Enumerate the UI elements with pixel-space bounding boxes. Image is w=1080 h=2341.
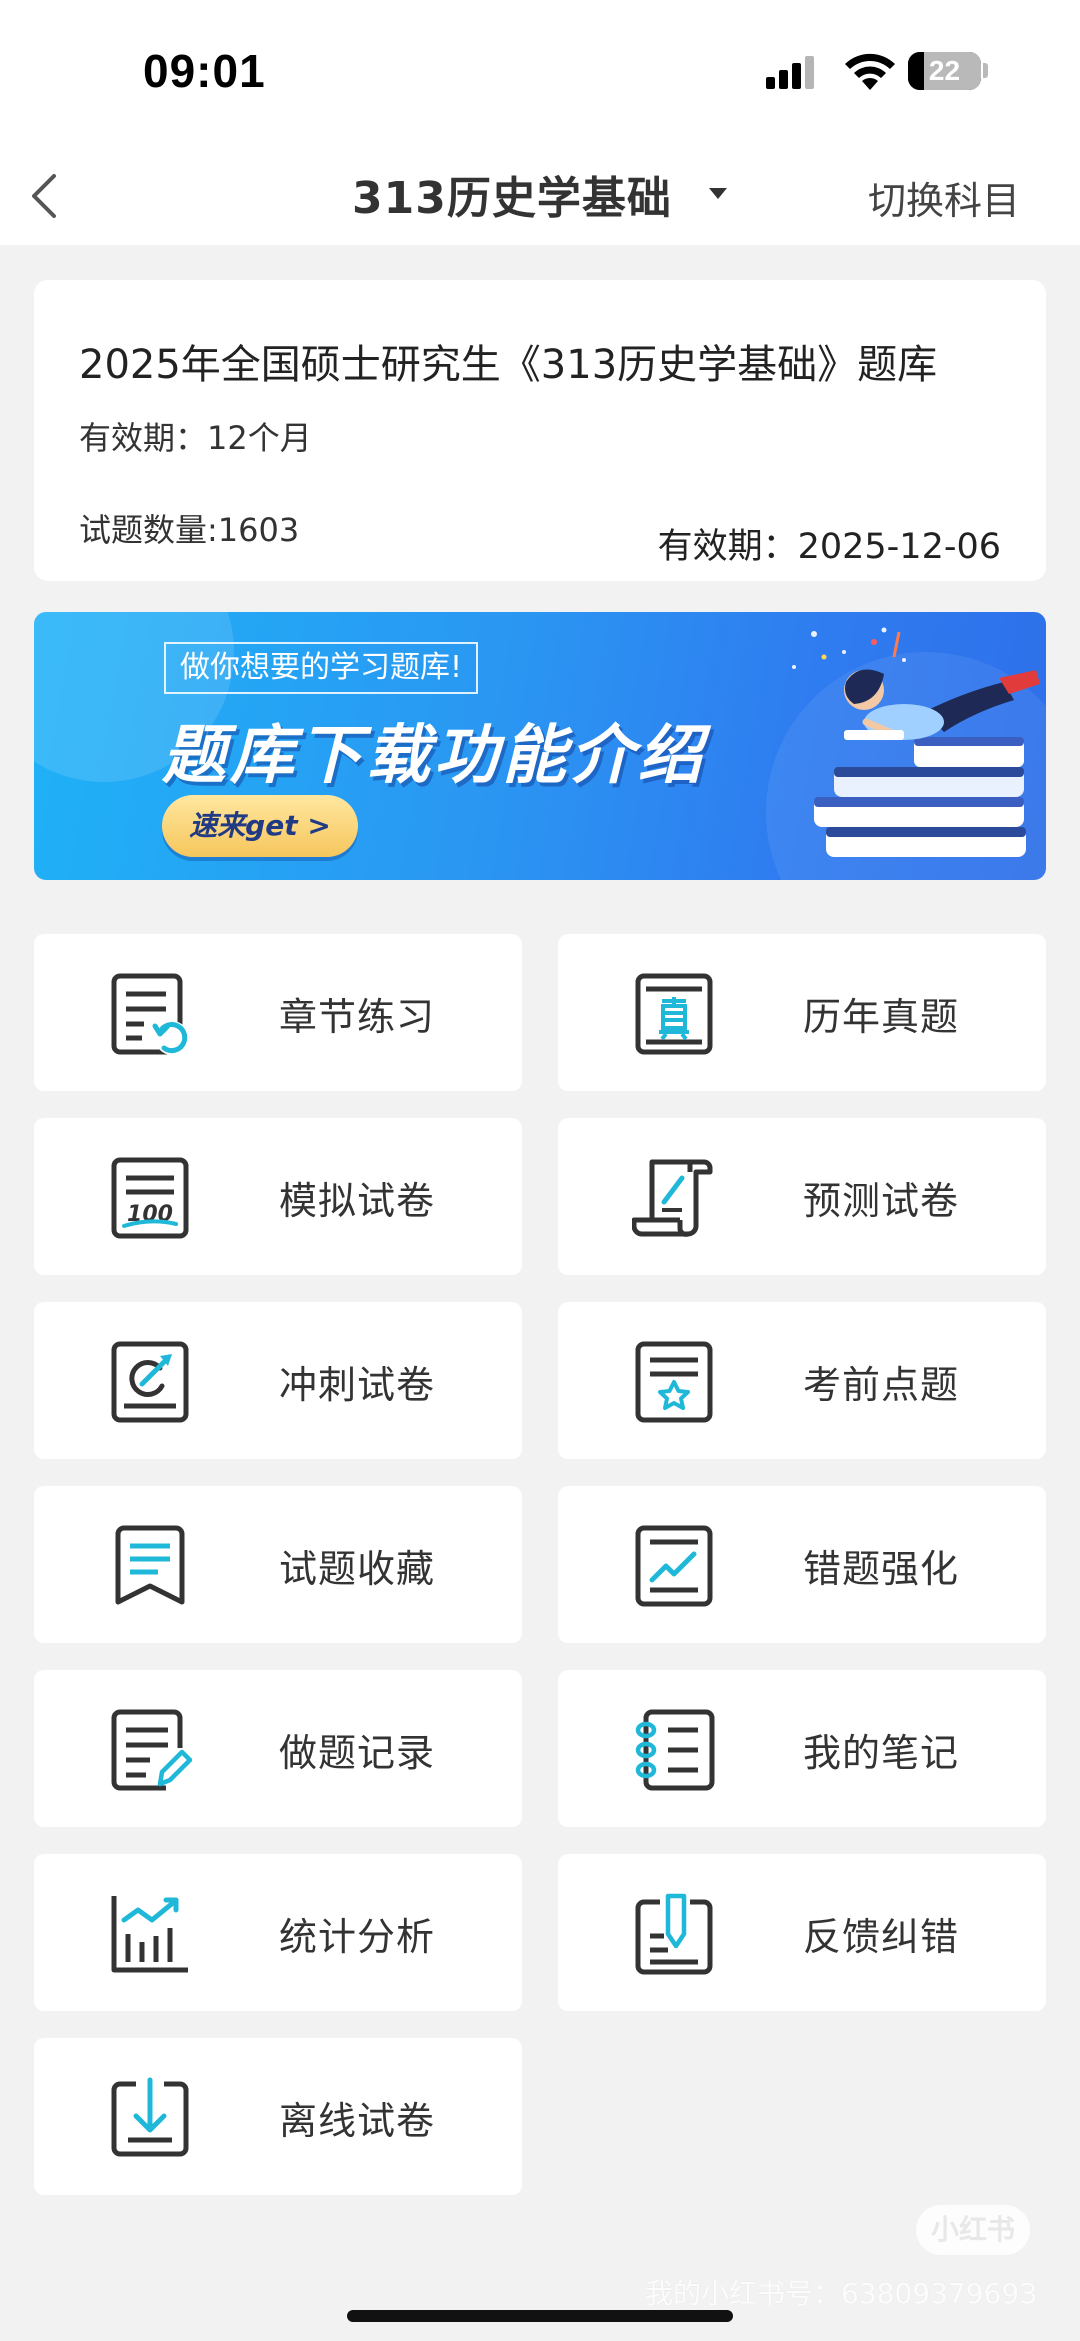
menu-label: 模拟试卷: [279, 1179, 436, 1223]
watermark-text: 我的小红书号：6380937969З: [645, 2277, 1038, 2310]
menu-label: 章节练习: [279, 995, 436, 1039]
forecast-paper-icon: [632, 1159, 713, 1237]
battery-level: 22: [928, 55, 961, 86]
menu-item-wrong-questions[interactable]: 错题强化: [558, 1486, 1046, 1643]
menu-item-statistics[interactable]: 统计分析: [34, 1854, 522, 2011]
menu-item-notes[interactable]: 我的笔记: [558, 1670, 1046, 1827]
menu-item-forecast-paper[interactable]: 预测试卷: [558, 1118, 1046, 1275]
menu-label: 错题强化: [803, 1547, 960, 1591]
past-exams-icon: [635, 973, 713, 1055]
menu-item-sprint-paper[interactable]: 冲刺试卷: [34, 1302, 522, 1459]
reading-girl-illustration: [792, 627, 1040, 857]
battery-icon: 22: [908, 52, 981, 90]
home-indicator[interactable]: [347, 2310, 733, 2322]
menu-item-mock-paper[interactable]: 100 模拟试卷: [34, 1118, 522, 1275]
xiaohongshu-watermark-logo: 小红书: [916, 2205, 1030, 2255]
menu-label: 统计分析: [279, 1915, 436, 1959]
status-time: 09:01: [143, 45, 266, 97]
validity-period: 有效期：12个月: [79, 419, 312, 457]
wifi-icon: [845, 53, 895, 90]
status-bar: 09:01 22: [0, 0, 1080, 148]
sprint-paper-icon: [111, 1341, 189, 1423]
menu-item-past-exams[interactable]: 历年真题: [558, 934, 1046, 1091]
menu-label: 预测试卷: [803, 1179, 960, 1223]
statistics-icon: [111, 1896, 188, 1973]
expire-date: 有效期：2025-12-06: [657, 527, 1001, 567]
cellular-signal-icon: [766, 56, 814, 89]
nav-bar: 313历史学基础 切换科目: [0, 148, 1080, 245]
menu-label: 冲刺试卷: [279, 1363, 436, 1407]
pre-exam-tips-icon: [635, 1341, 713, 1423]
menu-item-pre-exam-tips[interactable]: 考前点题: [558, 1302, 1046, 1459]
favorites-icon: [115, 1525, 185, 1605]
feedback-icon: [635, 1893, 713, 1975]
switch-subject-button[interactable]: 切换科目: [868, 170, 1020, 225]
wrong-questions-icon: [635, 1525, 713, 1607]
question-count: 试题数量:1603: [79, 511, 300, 549]
chapter-practice-icon: [111, 973, 189, 1055]
chevron-down-icon[interactable]: [709, 188, 727, 199]
menu-label: 考前点题: [803, 1363, 960, 1407]
menu-label: 试题收藏: [279, 1547, 436, 1591]
menu-label: 我的笔记: [803, 1731, 960, 1775]
menu-label: 做题记录: [279, 1731, 436, 1775]
notes-icon: [635, 1709, 715, 1791]
banner-title: 题库下载功能介绍: [162, 719, 706, 793]
banner-get-button[interactable]: 速来get >: [162, 795, 358, 857]
menu-item-feedback[interactable]: 反馈纠错: [558, 1854, 1046, 2011]
offline-download-icon: [111, 2077, 189, 2157]
menu-item-practice-record[interactable]: 做题记录: [34, 1670, 522, 1827]
status-icons: [764, 52, 900, 92]
download-feature-banner[interactable]: 做你想要的学习题库! 题库下载功能介绍 速来get >: [34, 612, 1046, 880]
question-bank-info-card: 2025年全国硕士研究生《313历史学基础》题库 有效期：12个月 试题数量:1…: [34, 280, 1046, 581]
back-arrow-icon[interactable]: [22, 168, 68, 224]
menu-item-offline-paper[interactable]: 离线试卷: [34, 2038, 522, 2195]
menu-item-favorites[interactable]: 试题收藏: [34, 1486, 522, 1643]
banner-tag: 做你想要的学习题库!: [164, 642, 479, 694]
practice-record-icon: [111, 1709, 192, 1791]
menu-label: 反馈纠错: [803, 1915, 960, 1959]
subject-title[interactable]: 313历史学基础: [352, 162, 672, 226]
bank-title: 2025年全国硕士研究生《313历史学基础》题库: [79, 342, 938, 388]
menu-item-chapter-practice[interactable]: 章节练习: [34, 934, 522, 1091]
battery-tip: [983, 63, 988, 78]
mock-paper-icon: 100: [111, 1157, 189, 1239]
menu-label: 离线试卷: [279, 2099, 436, 2143]
menu-label: 历年真题: [803, 995, 960, 1039]
